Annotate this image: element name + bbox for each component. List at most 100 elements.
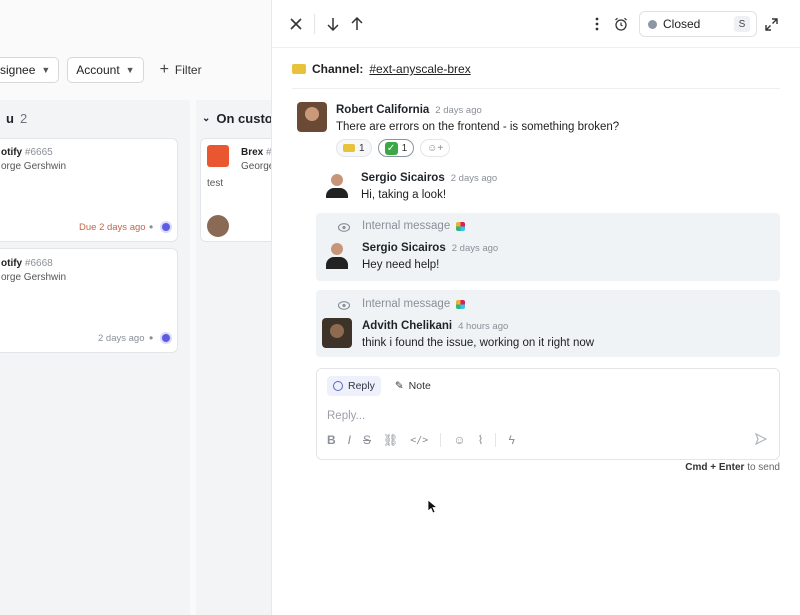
more-vertical-icon[interactable] bbox=[585, 12, 609, 36]
column-header: ⌄ On custo bbox=[196, 100, 271, 136]
ticket-card[interactable]: Brex # George test bbox=[200, 138, 271, 242]
smile-plus-icon: ☺+ bbox=[427, 142, 444, 154]
send-shortcut-hint: Cmd + Enter to send bbox=[685, 462, 780, 473]
column-title: u bbox=[6, 110, 14, 126]
channel-header: Channel: #ext-anyscale-brex bbox=[292, 62, 471, 76]
ticket-preview: test bbox=[207, 178, 224, 189]
hint-text: to send bbox=[747, 462, 780, 473]
expand-icon[interactable] bbox=[759, 12, 783, 36]
avatar bbox=[322, 241, 352, 271]
message: Robert California 2 days ago There are er… bbox=[336, 102, 800, 157]
assignee-filter[interactable]: signee ▼ bbox=[0, 57, 60, 83]
status-shortcut: S bbox=[734, 16, 750, 32]
ticket-card[interactable]: otify #6668 orge Gershwin 2 days ago • bbox=[0, 248, 178, 353]
tab-note[interactable]: ✎ Note bbox=[389, 376, 437, 396]
channel-link[interactable]: #ext-anyscale-brex bbox=[369, 62, 470, 76]
due-date: Due 2 days ago bbox=[79, 222, 146, 233]
check-mark-icon: ✓ bbox=[384, 141, 398, 155]
divider bbox=[495, 433, 497, 447]
message: Sergio Sicairos 2 days ago Hi, taking a l… bbox=[361, 170, 800, 201]
author-name: Robert California bbox=[336, 104, 430, 116]
message-body: Hey need help! bbox=[362, 259, 440, 271]
author-name: Sergio Sicairos bbox=[361, 172, 445, 184]
reaction[interactable]: 1 bbox=[336, 139, 372, 157]
card-emoji-icon bbox=[343, 144, 355, 152]
column-header: u 2 bbox=[0, 100, 190, 136]
message-body: think i found the issue, working on it r… bbox=[362, 337, 595, 349]
slack-icon bbox=[456, 221, 466, 231]
add-reaction-button[interactable]: ☺+ bbox=[420, 139, 451, 157]
reaction-count: 1 bbox=[359, 142, 365, 154]
ticket-card[interactable]: otify #6665 orge Gershwin Due 2 days ago… bbox=[0, 138, 178, 242]
send-icon[interactable] bbox=[754, 432, 768, 448]
assignee-filter-label: signee bbox=[0, 63, 36, 77]
filter-button[interactable]: + Filter bbox=[152, 61, 210, 79]
hint-keys: Cmd + Enter bbox=[685, 462, 745, 473]
account-filter-label: Account bbox=[76, 63, 120, 77]
avatar bbox=[322, 170, 352, 200]
internal-message: Internal message Sergio Sicairos 2 days a… bbox=[316, 213, 780, 281]
chevron-down-icon: ▼ bbox=[41, 65, 51, 75]
chevron-down-icon: ▼ bbox=[125, 65, 135, 75]
ticket-assignee: orge Gershwin bbox=[1, 161, 67, 172]
strikethrough-icon[interactable]: S bbox=[363, 433, 371, 447]
message: Advith Chelikani 4 hours ago think i foun… bbox=[362, 318, 594, 349]
alarm-clock-icon[interactable] bbox=[609, 12, 633, 36]
board-toolbar: signee ▼ Account ▼ + Filter bbox=[0, 57, 210, 83]
reply-composer: Reply ✎ Note Reply... B I S ⛓ </> ☺ ⌇ ϟ bbox=[316, 368, 780, 460]
plus-icon: + bbox=[159, 61, 169, 78]
lightning-icon[interactable]: ϟ bbox=[508, 433, 514, 447]
filter-label: Filter bbox=[174, 63, 202, 77]
avatar bbox=[297, 102, 327, 132]
account-filter[interactable]: Account ▼ bbox=[67, 57, 144, 83]
divider bbox=[440, 433, 442, 447]
arrow-up-icon[interactable] bbox=[345, 12, 369, 36]
column-title: On custo bbox=[216, 110, 271, 126]
mouse-cursor-icon bbox=[428, 500, 438, 514]
status-dropdown[interactable]: Closed S bbox=[639, 11, 757, 37]
reply-input[interactable]: Reply... bbox=[327, 410, 365, 422]
kanban-board: signee ▼ Account ▼ + Filter u 2 otify #6… bbox=[0, 0, 271, 615]
message-time: 2 days ago bbox=[450, 173, 498, 184]
divider bbox=[314, 13, 315, 34]
composer-tabs: Reply ✎ Note bbox=[327, 376, 437, 396]
eye-icon bbox=[337, 221, 351, 235]
chevron-down-icon[interactable]: ⌄ bbox=[202, 113, 210, 124]
code-icon[interactable]: </> bbox=[410, 435, 428, 446]
company-logo-icon bbox=[207, 145, 229, 167]
bold-icon[interactable]: B bbox=[327, 433, 336, 447]
divider bbox=[292, 88, 780, 89]
emoji-icon[interactable]: ☺ bbox=[453, 433, 465, 447]
link-icon[interactable]: ⛓ bbox=[383, 433, 398, 447]
formatting-toolbar: B I S ⛓ </> ☺ ⌇ ϟ bbox=[327, 433, 515, 447]
italic-icon[interactable]: I bbox=[348, 433, 351, 447]
close-icon[interactable] bbox=[284, 12, 308, 36]
status-label: Closed bbox=[663, 17, 701, 31]
priority-icon bbox=[160, 221, 172, 233]
avatar bbox=[322, 318, 352, 348]
ticket-assignee: orge Gershwin bbox=[1, 272, 67, 283]
channel-prefix: Channel: bbox=[312, 62, 364, 76]
reactions: 1 ✓ 1 ☺+ bbox=[336, 139, 800, 157]
tab-reply[interactable]: Reply bbox=[327, 376, 381, 396]
ticket-title: otify #6665 bbox=[1, 147, 53, 158]
ticket-title: Brex # bbox=[241, 147, 271, 158]
conversation-pane: Closed S Channel: #ext-anyscale-brex Rob… bbox=[271, 0, 800, 615]
status-dot-icon bbox=[648, 19, 657, 29]
message-body: There are errors on the frontend - is so… bbox=[336, 121, 620, 133]
arrow-down-icon[interactable] bbox=[321, 12, 345, 36]
message-body: Hi, taking a look! bbox=[361, 189, 447, 201]
reaction[interactable]: ✓ 1 bbox=[377, 139, 415, 157]
message-time: 4 hours ago bbox=[458, 321, 509, 332]
internal-label: Internal message bbox=[362, 220, 466, 232]
priority-icon bbox=[160, 332, 172, 344]
internal-message: Internal message Advith Chelikani 4 hours… bbox=[316, 290, 780, 357]
separator-dot: • bbox=[149, 220, 154, 234]
paperclip-icon[interactable]: ⌇ bbox=[478, 433, 484, 447]
pencil-square-icon: ✎ bbox=[394, 380, 404, 392]
ticket-title: otify #6668 bbox=[1, 258, 53, 269]
tab-note-label: Note bbox=[408, 380, 431, 392]
message: Sergio Sicairos 2 days ago Hey need help! bbox=[362, 240, 498, 271]
separator-dot: • bbox=[149, 331, 154, 345]
avatar bbox=[207, 215, 229, 237]
